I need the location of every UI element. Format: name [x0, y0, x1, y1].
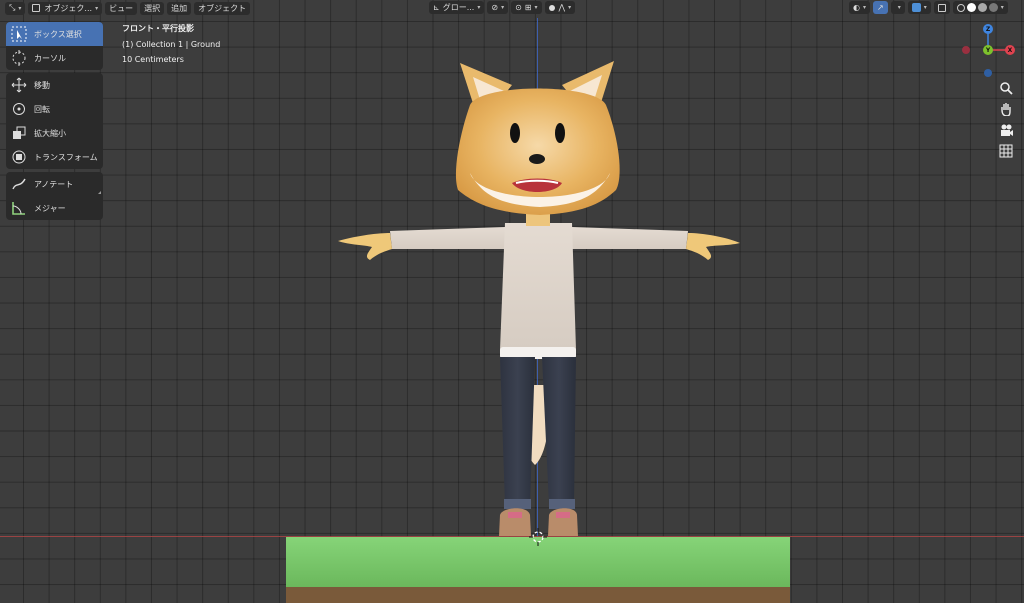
- snap-magnet-icon: ⊙: [515, 3, 522, 12]
- material-shading-icon[interactable]: [977, 3, 987, 12]
- scale-icon: [10, 124, 28, 142]
- mode-label: オブジェク...: [44, 3, 93, 13]
- rendered-shading-icon[interactable]: [988, 3, 998, 12]
- tool-scale[interactable]: 拡大縮小: [6, 121, 103, 145]
- box-select-icon: [10, 25, 28, 43]
- tool-label: アノテート: [34, 179, 74, 189]
- editor-type-button[interactable]: ⤡ ▾: [5, 1, 26, 15]
- transform-orientation-dropdown[interactable]: ⊾ グロー... ▾: [429, 1, 485, 14]
- view-name: フロント・平行投影: [122, 24, 194, 33]
- grid-scale: 10 Centimeters: [122, 55, 184, 64]
- mode-dropdown[interactable]: オブジェク... ▾: [28, 1, 103, 15]
- menu-select[interactable]: 選択: [140, 1, 165, 15]
- tool-label: ボックス選択: [34, 29, 82, 39]
- rotate-icon: [10, 100, 28, 118]
- tool-move[interactable]: 移動: [6, 73, 103, 97]
- proportional-edit-dropdown[interactable]: ⋀ ▾: [544, 1, 576, 14]
- gizmo-dropdown[interactable]: ▾: [890, 1, 905, 14]
- pan-hand-icon[interactable]: [998, 101, 1014, 117]
- overlay-toggle[interactable]: ▾: [907, 1, 931, 14]
- menu-object[interactable]: オブジェクト: [194, 1, 251, 15]
- menu-view[interactable]: ビュー: [105, 1, 138, 15]
- transform-icon: [10, 148, 28, 166]
- wireframe-shading-icon[interactable]: [956, 3, 965, 12]
- eye-icon: ◐: [853, 3, 860, 12]
- orientation-label: グロー...: [442, 3, 475, 12]
- 3d-viewport[interactable]: ⤡ ▾ オブジェク... ▾ ビュー 選択 追加 オブジェクト ⊾ グロー... …: [0, 0, 1024, 603]
- tool-label: 回転: [34, 104, 50, 114]
- menu-add[interactable]: 追加: [167, 1, 192, 15]
- tool-label: カーソル: [34, 53, 66, 63]
- gizmo-y-axis[interactable]: Y: [983, 45, 993, 55]
- tool-measure[interactable]: メジャー: [6, 196, 103, 220]
- ground-plane[interactable]: [286, 537, 790, 603]
- gizmo-neg-x-axis[interactable]: [962, 46, 970, 54]
- overlay-icon: [911, 3, 921, 12]
- gizmo-toggle[interactable]: ↗: [873, 1, 888, 14]
- solid-shading-icon[interactable]: [966, 3, 976, 12]
- gizmo-neg-z-axis[interactable]: [984, 69, 992, 77]
- object-mode-icon: [32, 4, 41, 12]
- cursor-icon: [10, 49, 28, 67]
- gizmo-icon: ↗: [877, 3, 884, 12]
- zoom-icon[interactable]: [998, 80, 1014, 96]
- gizmo-z-axis[interactable]: Z: [983, 24, 993, 34]
- tool-group-select: ボックス選択 カーソル: [6, 22, 103, 70]
- viewport-header: ⤡ ▾ オブジェク... ▾ ビュー 選択 追加 オブジェクト ⊾ グロー... …: [0, 0, 1024, 16]
- tool-cursor[interactable]: カーソル: [6, 46, 103, 70]
- xray-icon: [937, 3, 946, 12]
- proportional-edit-icon: [548, 4, 555, 11]
- camera-view-icon[interactable]: [998, 122, 1014, 138]
- orientation-icon: ⊾: [433, 3, 440, 12]
- tool-rotate[interactable]: 回転: [6, 97, 103, 121]
- falloff-icon: ⋀: [558, 3, 566, 12]
- move-icon: [10, 76, 28, 94]
- tool-annotate[interactable]: アノテート: [6, 172, 103, 196]
- snap-increment-icon: ⊞: [524, 3, 532, 12]
- fox-character-model[interactable]: [330, 55, 750, 545]
- tool-transform[interactable]: トランスフォーム: [6, 145, 103, 169]
- tool-label: メジャー: [34, 203, 66, 213]
- pivot-icon: ⊘: [491, 3, 499, 12]
- tool-label: 拡大縮小: [34, 128, 66, 138]
- shading-modes[interactable]: ▾: [952, 1, 1008, 14]
- snap-dropdown[interactable]: ⊙ ⊞ ▾: [511, 1, 542, 14]
- visibility-dropdown[interactable]: ◐ ▾: [849, 1, 870, 14]
- ortho-grid-icon[interactable]: [998, 143, 1014, 159]
- pivot-point-dropdown[interactable]: ⊘ ▾: [487, 1, 509, 14]
- viewport-info-overlay: フロント・平行投影 (1) Collection 1 | Ground 10 C…: [122, 21, 220, 68]
- measure-icon: [10, 199, 28, 217]
- navigation-gizmo[interactable]: Z X Y: [958, 22, 1018, 82]
- tool-box-select[interactable]: ボックス選択: [6, 22, 103, 46]
- collection-info: (1) Collection 1 | Ground: [122, 39, 221, 49]
- gizmo-x-axis[interactable]: X: [1005, 45, 1015, 55]
- annotate-icon: [10, 175, 28, 193]
- tool-group-transform: 移動 回転 拡大縮小 トランスフォーム: [6, 73, 103, 169]
- 3d-cursor-icon[interactable]: [529, 528, 547, 546]
- tool-label: トランスフォーム: [34, 152, 98, 162]
- tool-shelf: ボックス選択 カーソル 移動 回転 拡大縮小 トランスフォーム アノテート メジ…: [6, 22, 103, 223]
- add-cube-icon: ⤡: [9, 3, 16, 12]
- tool-group-annotate: アノテート メジャー: [6, 172, 103, 220]
- xray-toggle[interactable]: [933, 1, 950, 14]
- tool-label: 移動: [34, 80, 50, 90]
